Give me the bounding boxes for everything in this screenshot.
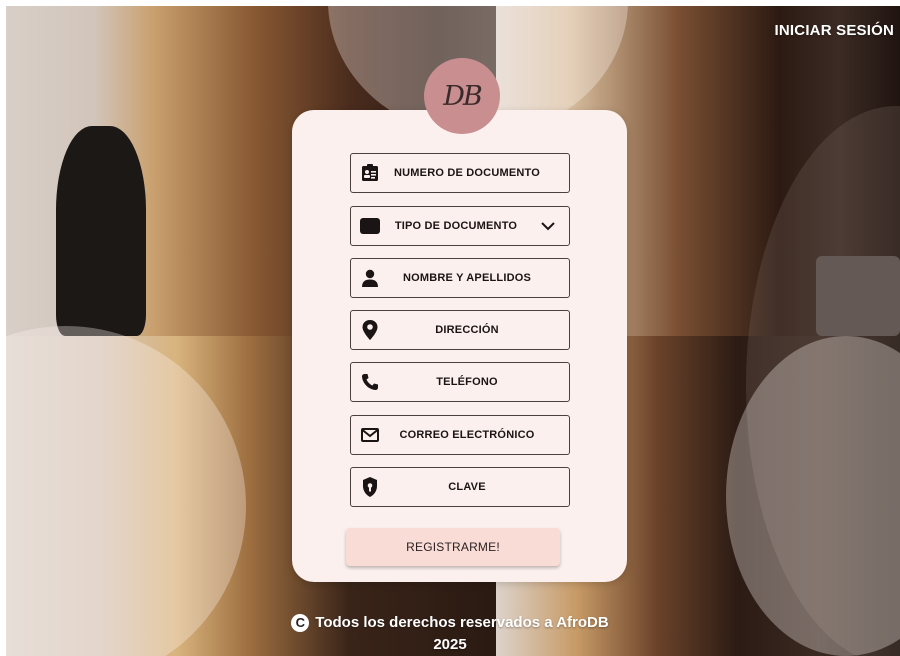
password-field[interactable]: CLAVE [350, 467, 570, 507]
password-label: CLAVE [448, 481, 486, 493]
document-type-select[interactable]: TIPO DE DOCUMENTO [350, 206, 570, 246]
register-button[interactable]: REGISTRARME! [346, 528, 560, 566]
document-type-label: TIPO DE DOCUMENTO [394, 220, 518, 232]
photo-detail [56, 126, 146, 336]
full-name-field[interactable]: NOMBRE Y APELLIDOS [350, 258, 570, 298]
email-field[interactable]: CORREO ELECTRÓNICO [350, 415, 570, 455]
phone-icon [360, 372, 380, 392]
user-icon [360, 268, 380, 288]
location-pin-icon [360, 320, 380, 340]
address-label: DIRECCIÓN [435, 324, 499, 336]
address-field[interactable]: DIRECCIÓN [350, 310, 570, 350]
phone-label: TELÉFONO [436, 376, 498, 388]
id-card-icon [360, 163, 380, 183]
footer: C Todos los derechos reservados a AfroDB … [270, 612, 630, 656]
footer-line-1: C Todos los derechos reservados a AfroDB [270, 612, 630, 634]
copyright-icon: C [291, 614, 310, 633]
document-number-label: NUMERO DE DOCUMENTO [394, 167, 540, 179]
full-name-label: NOMBRE Y APELLIDOS [402, 272, 532, 284]
footer-rights-text: Todos los derechos reservados a AfroDB [315, 614, 609, 631]
brand-logo: DB [424, 58, 500, 134]
phone-field[interactable]: TELÉFONO [350, 362, 570, 402]
mail-icon [360, 425, 380, 445]
lock-icon [360, 477, 380, 497]
login-link[interactable]: INICIAR SESIÓN [775, 22, 894, 39]
footer-year: 2025 [433, 636, 467, 653]
document-type-icon [360, 216, 380, 236]
chevron-down-icon [541, 222, 555, 231]
document-number-field[interactable]: NUMERO DE DOCUMENTO [350, 153, 570, 193]
email-label: CORREO ELECTRÓNICO [399, 429, 535, 441]
